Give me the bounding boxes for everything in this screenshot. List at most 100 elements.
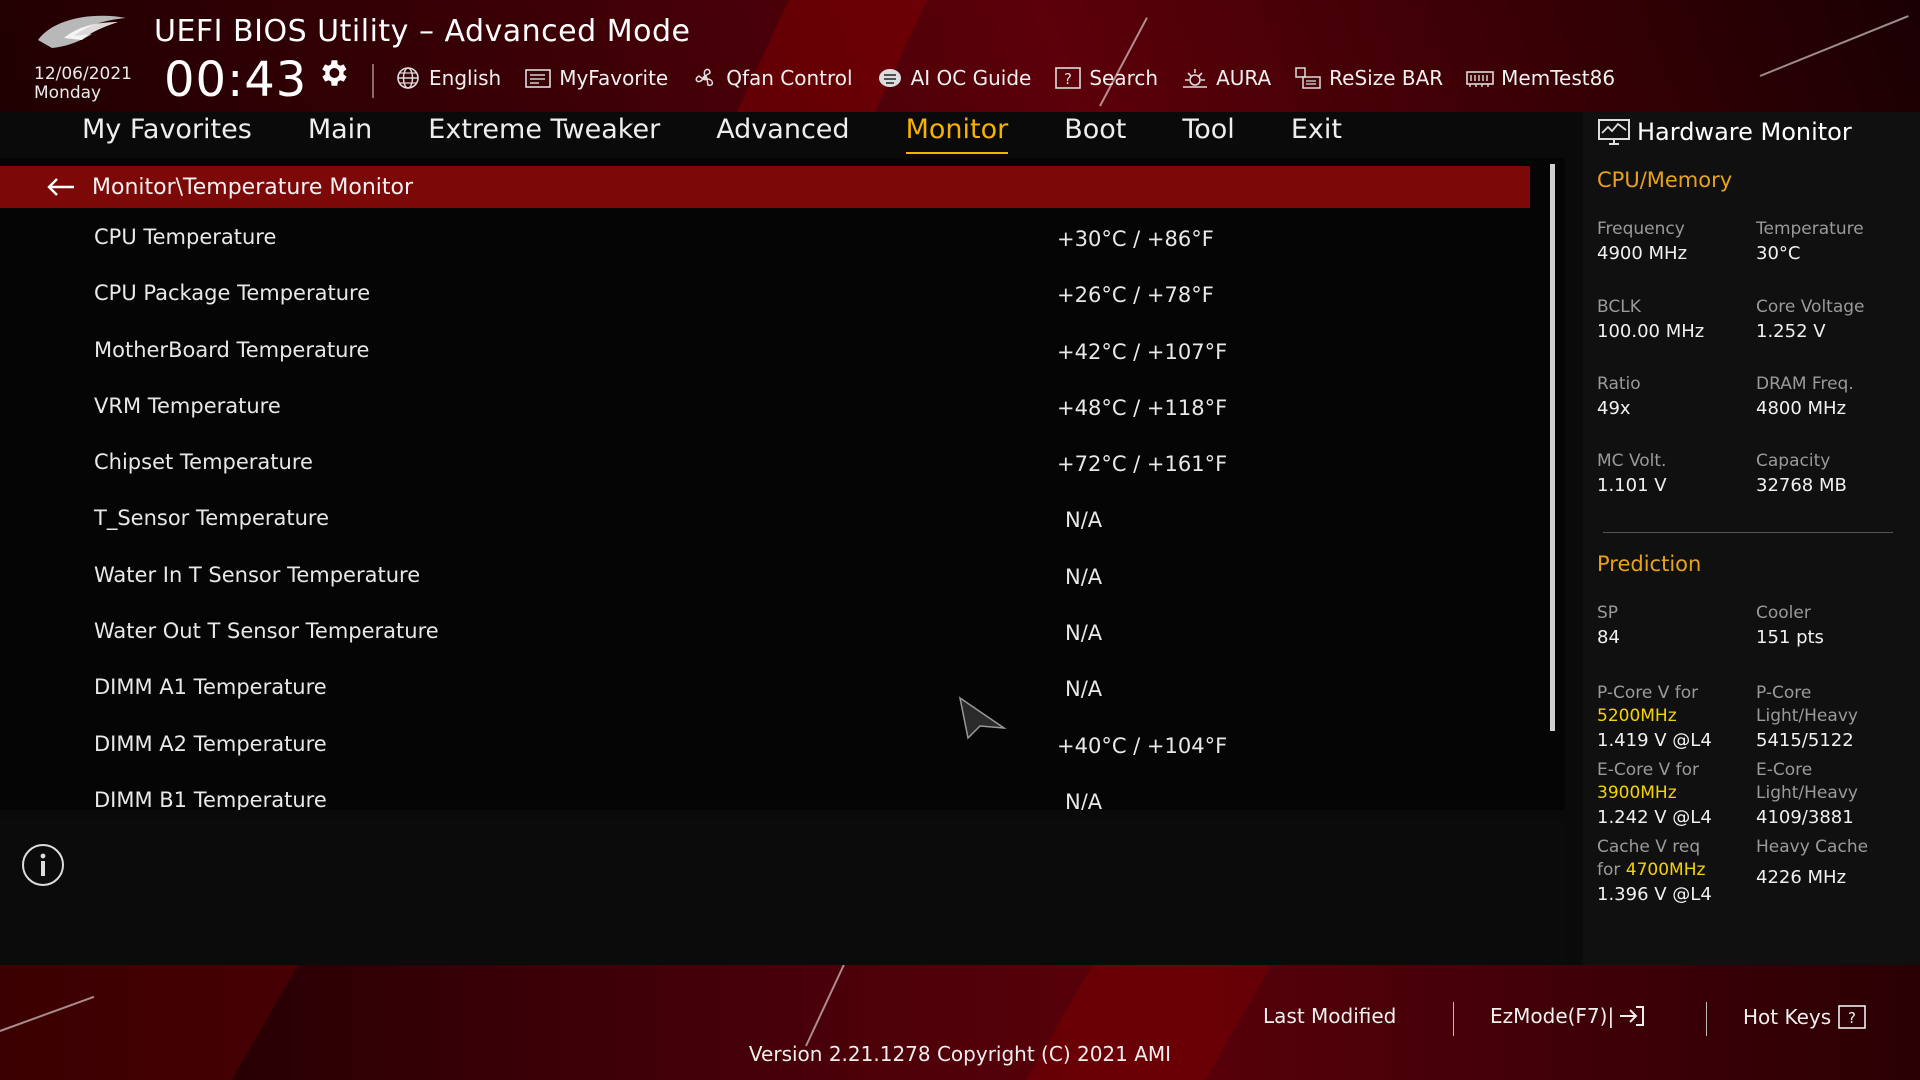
list-item[interactable]: DIMM B1 Temperature N/A — [0, 774, 1530, 810]
footer-divider — [1453, 1002, 1454, 1036]
tool-myfavorite[interactable]: MyFavorite — [523, 65, 668, 91]
item-value: N/A — [1065, 789, 1103, 810]
tab-boot[interactable]: Boot — [1064, 114, 1126, 154]
tab-advanced[interactable]: Advanced — [716, 114, 849, 154]
hw-label: Capacity — [1756, 451, 1831, 471]
item-label: Water Out T Sensor Temperature — [94, 619, 439, 644]
tab-my-favorites[interactable]: My Favorites — [82, 114, 252, 154]
list-item[interactable]: Chipset Temperature +72°C / +161°F — [0, 436, 1530, 492]
main-nav: My Favorites Main Extreme Tweaker Advanc… — [82, 114, 1398, 154]
list-item[interactable]: Water Out T Sensor Temperature N/A — [0, 605, 1530, 661]
section-cpu-memory: CPU/Memory — [1597, 168, 1733, 192]
hw-value: 4226 MHz — [1756, 867, 1847, 888]
hw-label: Heavy Cache — [1756, 837, 1869, 857]
item-label: CPU Temperature — [94, 225, 277, 249]
hw-pcore-v: P-Core V for 5200MHz 1.419 V @L4 — [1597, 682, 1757, 754]
list-item[interactable]: DIMM A1 Temperature N/A — [0, 661, 1530, 717]
item-label: DIMM A2 Temperature — [94, 731, 327, 756]
ezmode-button[interactable]: EzMode(F7)| — [1490, 1004, 1646, 1028]
breadcrumb[interactable]: Monitor\Temperature Monitor — [0, 166, 1530, 208]
hw-value: 100.00 MHz — [1597, 321, 1705, 342]
last-modified-button[interactable]: Last Modified — [1263, 1004, 1396, 1028]
hw-label: for — [1597, 860, 1621, 880]
hw-value: 32768 MB — [1756, 475, 1847, 496]
tool-ai-oc-guide[interactable]: AI OC Guide — [875, 65, 1032, 91]
list-item[interactable]: MotherBoard Temperature +42°C / +107°F — [0, 324, 1530, 380]
tab-extreme-tweaker[interactable]: Extreme Tweaker — [428, 114, 660, 154]
favorite-icon — [525, 69, 552, 88]
hw-label: Core Voltage — [1756, 297, 1865, 317]
hardware-monitor-title: Hardware Monitor — [1597, 118, 1852, 146]
tab-tool[interactable]: Tool — [1182, 114, 1234, 154]
hw-value: 151 pts — [1756, 627, 1824, 648]
list-item[interactable]: T_Sensor Temperature N/A — [0, 492, 1530, 548]
hw-frequency: Frequency 4900 MHz — [1597, 218, 1757, 267]
tab-main[interactable]: Main — [308, 114, 372, 154]
hw-title-text: Hardware Monitor — [1637, 118, 1852, 146]
tab-exit[interactable]: Exit — [1291, 114, 1342, 154]
tool-resize-bar[interactable]: ReSize BAR — [1293, 65, 1443, 91]
hw-value: 49x — [1597, 398, 1631, 419]
item-label: CPU Package Temperature — [94, 281, 371, 306]
scrollbar[interactable] — [1550, 164, 1555, 731]
tool-aura[interactable]: AURA — [1180, 65, 1271, 91]
hw-label: Light/Heavy — [1756, 783, 1858, 803]
hot-keys-button[interactable]: Hot Keys ? — [1743, 1004, 1867, 1030]
toolbar: English MyFavorite Qfan Control AI OC Gu… — [393, 62, 1637, 94]
hw-label: Frequency — [1597, 219, 1685, 239]
search-icon: ? — [1055, 67, 1082, 89]
hw-sp: SP 84 — [1597, 602, 1757, 651]
clock-display[interactable]: 00:43 — [164, 52, 307, 108]
hw-value: 1.419 V @L4 — [1597, 730, 1712, 751]
item-value: +26°C / +78°F — [1057, 283, 1214, 308]
item-value: +42°C / +107°F — [1057, 339, 1228, 364]
help-area — [0, 820, 1565, 965]
list-item[interactable]: Water In T Sensor Temperature N/A — [0, 549, 1530, 605]
list-item[interactable]: CPU Temperature +30°C / +86°F — [0, 211, 1530, 267]
help-icon: ? — [1838, 1005, 1866, 1029]
list-item[interactable]: CPU Package Temperature +26°C / +78°F — [0, 267, 1530, 323]
hw-bclk: BCLK 100.00 MHz — [1597, 296, 1757, 345]
footer-label: Hot Keys — [1743, 1005, 1832, 1029]
item-label: DIMM A1 Temperature — [94, 675, 327, 700]
date-display: 12/06/2021 Monday — [34, 65, 132, 103]
hw-ecore-lh: E-Core Light/Heavy 4109/3881 — [1756, 759, 1916, 831]
tool-label: MemTest86 — [1501, 66, 1616, 90]
tab-monitor[interactable]: Monitor — [905, 114, 1009, 154]
hw-label: E-Core V for — [1597, 760, 1700, 780]
hw-value: 5415/5122 — [1756, 730, 1854, 751]
tool-english[interactable]: English — [393, 65, 501, 91]
list-item[interactable]: VRM Temperature +48°C / +118°F — [0, 380, 1530, 436]
item-value: N/A — [1065, 508, 1103, 533]
item-label: MotherBoard Temperature — [94, 337, 370, 362]
hw-value: 84 — [1597, 627, 1620, 648]
hw-label: E-Core — [1756, 760, 1813, 780]
tool-label: English — [429, 66, 502, 90]
memtest-icon — [1466, 71, 1494, 87]
list-item[interactable]: DIMM A2 Temperature +40°C / +104°F — [0, 718, 1530, 774]
tool-memtest86[interactable]: MemTest86 — [1465, 65, 1615, 91]
breadcrumb-text: Monitor\Temperature Monitor — [92, 174, 414, 200]
footer-label: EzMode(F7)| — [1490, 1004, 1615, 1028]
section-prediction: Prediction — [1597, 552, 1702, 576]
version-text: Version 2.21.1278 Copyright (C) 2021 AMI — [748, 1042, 1172, 1066]
tool-qfan-control[interactable]: Qfan Control — [690, 65, 853, 91]
tool-search[interactable]: ? Search — [1053, 65, 1158, 91]
tool-label: Qfan Control — [726, 66, 853, 90]
back-arrow-icon[interactable] — [44, 176, 78, 198]
tool-label: AI OC Guide — [910, 66, 1032, 90]
tool-label: ReSize BAR — [1329, 66, 1444, 90]
gear-icon[interactable] — [316, 56, 350, 90]
hw-cache-v: Cache V req for 4700MHz 1.396 V @L4 — [1597, 836, 1757, 908]
hw-label: Cooler — [1756, 603, 1811, 623]
app-title: UEFI BIOS Utility – Advanced Mode — [154, 14, 691, 49]
hw-core-voltage: Core Voltage 1.252 V — [1756, 296, 1916, 345]
hw-label: P-Core V for — [1597, 683, 1699, 703]
hw-value: 1.252 V — [1756, 321, 1826, 342]
item-value: N/A — [1065, 621, 1103, 646]
hw-heavy-cache: Heavy Cache 4226 MHz — [1756, 836, 1916, 891]
hw-label: SP — [1597, 603, 1619, 623]
hw-label: MC Volt. — [1597, 451, 1667, 471]
hw-label: DRAM Freq. — [1756, 374, 1854, 394]
hw-capacity: Capacity 32768 MB — [1756, 450, 1916, 499]
